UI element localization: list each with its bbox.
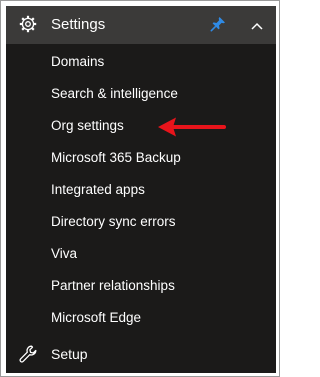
nav-item-viva[interactable]: Viva (51, 245, 77, 263)
red-arrow-icon (156, 116, 228, 138)
nav-item-directory-sync-errors[interactable]: Directory sync errors (51, 213, 176, 231)
pin-icon[interactable] (210, 16, 226, 32)
nav-item-search-intelligence[interactable]: Search & intelligence (51, 85, 178, 103)
nav-item-integrated-apps[interactable]: Integrated apps (51, 181, 145, 199)
settings-label: Settings (51, 16, 106, 33)
nav-item-microsoft-edge[interactable]: Microsoft Edge (51, 309, 141, 327)
settings-group-header[interactable]: Settings (6, 6, 276, 44)
admin-nav-panel: Settings Domains Search & intelligence O… (6, 6, 276, 373)
wrench-icon (19, 345, 37, 363)
nav-item-microsoft-365-backup[interactable]: Microsoft 365 Backup (51, 149, 181, 167)
nav-item-domains[interactable]: Domains (51, 53, 104, 71)
nav-item-partner-relationships[interactable]: Partner relationships (51, 277, 175, 295)
nav-item-org-settings[interactable]: Org settings (51, 117, 124, 135)
gear-icon (19, 15, 37, 33)
chevron-up-icon[interactable] (250, 18, 264, 30)
nav-item-setup[interactable]: Setup (51, 345, 88, 363)
window-frame: Settings Domains Search & intelligence O… (0, 0, 280, 377)
